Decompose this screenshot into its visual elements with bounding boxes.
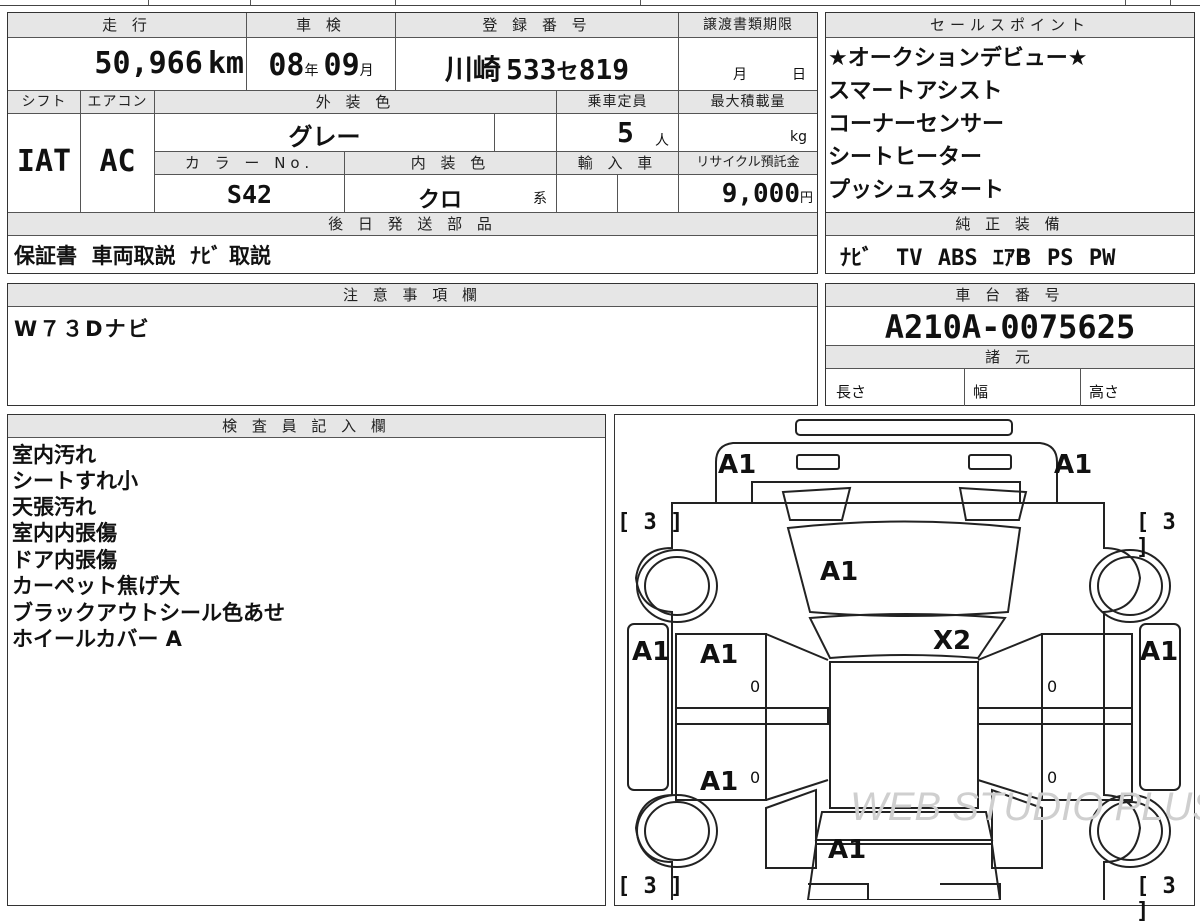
door-mark: 0 bbox=[750, 768, 761, 787]
damage-mark-front-right: A1 bbox=[1054, 450, 1093, 480]
tire-mark-rear-left: [ 3 ] bbox=[617, 874, 684, 899]
damage-mark-windshield: X2 bbox=[933, 626, 972, 656]
tire-mark-rear-right: [ 3 ] bbox=[1136, 874, 1176, 924]
damage-mark-right-side: A1 bbox=[1140, 637, 1179, 667]
door-mark: 0 bbox=[1047, 677, 1058, 696]
damage-mark-left-rear-door: A1 bbox=[700, 767, 739, 797]
door-mark: 0 bbox=[1047, 768, 1058, 787]
tire-mark-front-right: [ 3 ] bbox=[1136, 510, 1176, 560]
damage-mark-left-side: A1 bbox=[632, 637, 671, 667]
tire-mark-front-left: [ 3 ] bbox=[617, 510, 684, 535]
damage-mark-rear-roof: A1 bbox=[828, 835, 867, 865]
car-diagram: WEB STUDIO PLUS bbox=[627, 419, 1200, 900]
damage-mark-left-front-door: A1 bbox=[700, 640, 739, 670]
door-mark: 0 bbox=[750, 677, 761, 696]
damage-mark-hood: A1 bbox=[820, 557, 859, 587]
damage-mark-front-left: A1 bbox=[718, 450, 757, 480]
watermark-text: WEB STUDIO PLUS bbox=[850, 785, 1200, 829]
